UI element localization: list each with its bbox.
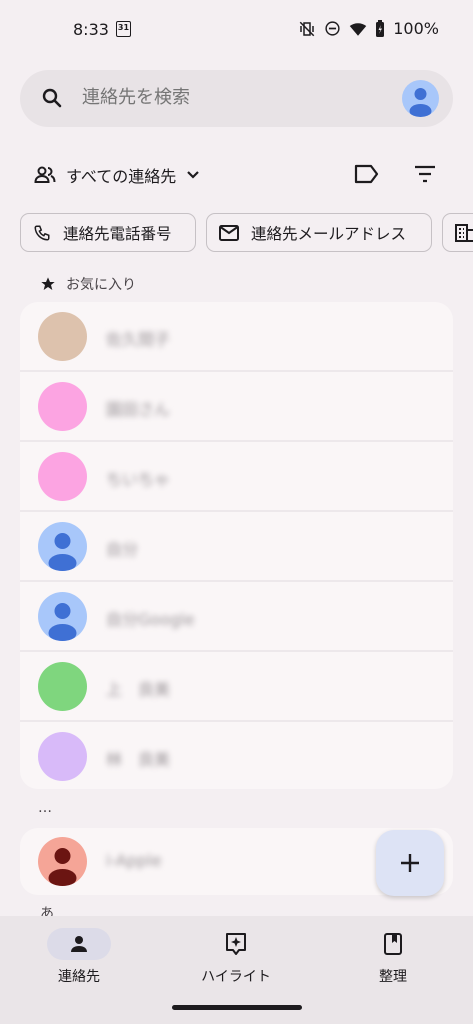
contact-row[interactable]: 上 良美 [20, 652, 453, 722]
status-time: 8:33 [73, 20, 109, 39]
contacts-screen: 8:33 31 100% すべての連絡先 連絡先電話番号 [0, 0, 473, 1024]
phone-icon [34, 225, 50, 241]
contact-avatar [38, 522, 87, 571]
search-bar[interactable] [20, 70, 453, 127]
contact-row[interactable]: 林 良美 [20, 722, 453, 789]
building-icon [455, 223, 473, 242]
chip-phone-label: 連絡先電話番号 [63, 224, 172, 243]
status-bar: 8:33 31 100% [0, 0, 473, 60]
nav-contacts[interactable]: 連絡先 [29, 928, 129, 986]
contact-avatar [38, 592, 87, 641]
section-dots-label: … [38, 800, 52, 816]
search-icon [42, 88, 62, 108]
contact-avatar [38, 837, 87, 886]
label-icon[interactable] [354, 163, 380, 185]
contact-avatar [38, 452, 87, 501]
contact-name: 上 良美 [106, 680, 171, 699]
nav-organize-label: 整理 [379, 969, 407, 985]
calendar-icon: 31 [116, 21, 131, 37]
contact-row[interactable]: 園田さん [20, 372, 453, 442]
favorites-header: お気に入り [40, 274, 136, 294]
nav-contacts-pill [47, 928, 111, 960]
group-icon [34, 166, 56, 183]
favorites-list: 佐久間子 園田さん ちいちゃ 自分 自分Google 上 良美 林 良美 [20, 302, 453, 789]
contact-name: 自分 [106, 540, 139, 559]
chip-company[interactable] [442, 213, 473, 252]
home-indicator[interactable] [172, 1005, 302, 1010]
contact-name: 自分Google [106, 610, 195, 629]
mail-icon [219, 224, 239, 241]
add-contact-button[interactable] [376, 830, 444, 896]
chevron-down-icon [187, 171, 200, 179]
contact-name: 園田さん [106, 400, 171, 419]
person-placeholder-icon [48, 848, 77, 886]
vibrate-off-icon [299, 21, 315, 36]
nav-organize-pill [361, 928, 425, 960]
account-person-icon [409, 88, 432, 117]
filter-row: すべての連絡先 [0, 155, 473, 195]
chip-row: 連絡先電話番号 連絡先メールアドレス [20, 213, 473, 253]
nav-contacts-label: 連絡先 [58, 969, 100, 985]
all-contacts-label: すべての連絡先 [66, 167, 177, 186]
contact-name: 佐久間子 [106, 330, 171, 349]
contact-avatar [38, 662, 87, 711]
status-icons: 100% [298, 19, 439, 38]
chip-phone[interactable]: 連絡先電話番号 [20, 213, 196, 252]
contact-row[interactable]: 自分Google [20, 582, 453, 652]
contact-name: ちいちゃ [106, 470, 171, 489]
all-contacts-dropdown[interactable]: すべての連絡先 [34, 163, 200, 187]
nav-highlights-pill [204, 928, 268, 960]
bookmark-icon [384, 933, 402, 955]
battery-percent: 100% [393, 19, 439, 38]
contact-row[interactable]: 自分 [20, 512, 453, 582]
star-icon [41, 277, 55, 290]
contact-row[interactable]: 佐久間子 [20, 302, 453, 372]
plus-icon [401, 854, 419, 872]
account-avatar[interactable] [402, 80, 439, 117]
chip-email[interactable]: 連絡先メールアドレス [206, 213, 432, 252]
contact-row[interactable]: ちいちゃ [20, 442, 453, 512]
contact-photo-avatar [38, 312, 87, 361]
wifi-icon [350, 22, 367, 36]
person-icon [71, 936, 87, 952]
contact-avatar [38, 732, 87, 781]
search-input[interactable] [82, 87, 382, 108]
nav-organize[interactable]: 整理 [343, 928, 443, 986]
person-placeholder-icon [48, 533, 77, 571]
contact-name: i-Apple [106, 851, 162, 870]
nav-highlights[interactable]: ハイライト [186, 928, 286, 986]
favorites-label: お気に入り [66, 277, 136, 293]
person-placeholder-icon [48, 603, 77, 641]
chip-email-label: 連絡先メールアドレス [251, 224, 407, 243]
nav-highlights-label: ハイライト [201, 969, 271, 985]
dnd-icon [325, 21, 340, 36]
battery-icon [376, 19, 385, 37]
contact-name: 林 良美 [106, 750, 171, 769]
highlight-icon [226, 933, 246, 955]
contact-avatar [38, 382, 87, 431]
filter-icon[interactable] [414, 165, 436, 183]
